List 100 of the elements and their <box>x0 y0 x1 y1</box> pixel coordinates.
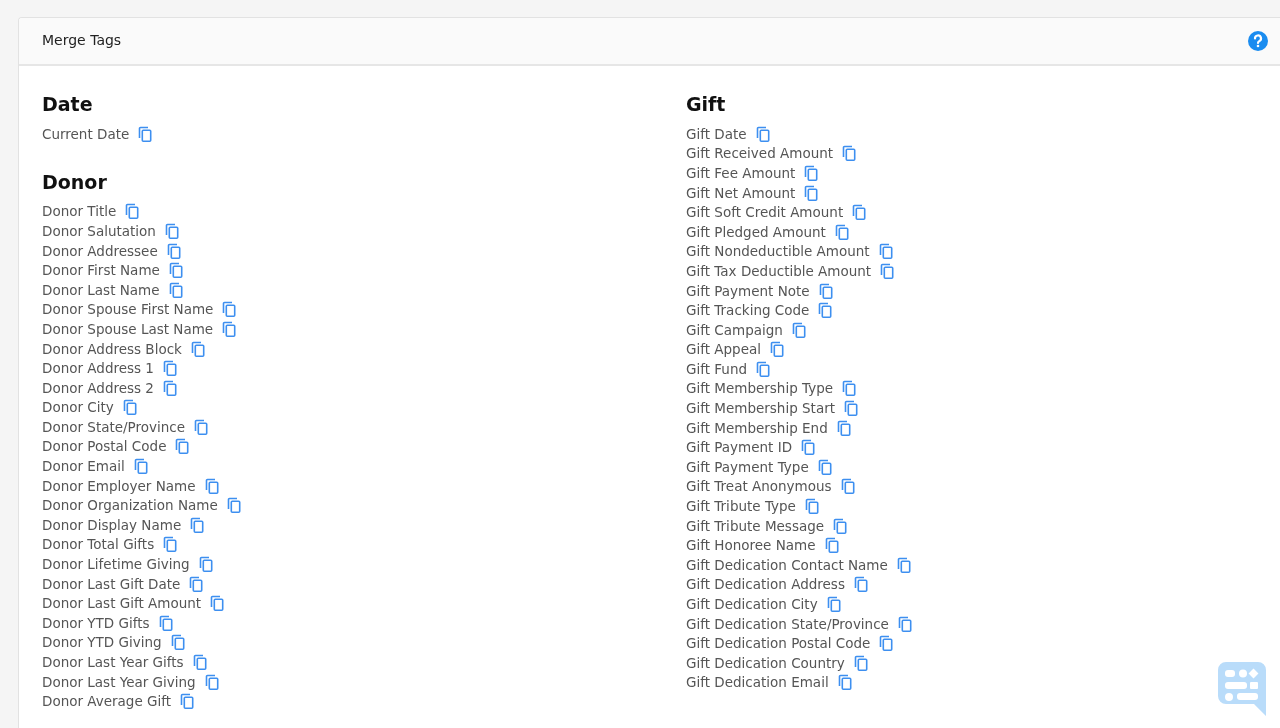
panel-title: Merge Tags <box>42 31 122 51</box>
copy-icon[interactable] <box>801 439 816 456</box>
copy-icon[interactable] <box>180 693 195 710</box>
copy-icon[interactable] <box>125 203 140 220</box>
copy-icon[interactable] <box>204 673 219 690</box>
merge-tag-label: Donor Total Gifts <box>42 535 155 554</box>
copy-icon[interactable] <box>842 145 857 162</box>
copy-icon[interactable] <box>168 262 183 279</box>
copy-icon[interactable] <box>226 497 241 514</box>
merge-tag-label: Donor Last Name <box>42 280 160 299</box>
copy-icon[interactable] <box>804 164 819 181</box>
merge-tag-label: Gift Membership End <box>686 418 828 437</box>
copy-icon[interactable] <box>175 438 190 455</box>
copy-icon[interactable] <box>844 400 859 417</box>
merge-tag-label: Current Date <box>42 124 130 143</box>
copy-icon[interactable] <box>804 184 819 201</box>
merge-tag-label: Donor State/Province <box>42 417 186 436</box>
copy-icon[interactable] <box>164 222 179 239</box>
merge-tag-label: Gift Pledged Amount <box>686 222 826 241</box>
copy-icon[interactable] <box>168 281 183 298</box>
copy-icon[interactable] <box>210 595 225 612</box>
merge-tag-label: Gift Net Amount <box>686 183 796 202</box>
copy-icon[interactable] <box>190 340 205 357</box>
merge-tag-label: Donor Last Year Giving <box>42 672 196 691</box>
copy-icon[interactable] <box>190 516 205 533</box>
copy-icon[interactable] <box>878 243 893 260</box>
merge-tag-label: Gift Dedication Contact Name <box>686 555 888 574</box>
copy-icon[interactable] <box>791 321 806 338</box>
merge-tag-label: Gift Treat Anonymous <box>686 477 832 496</box>
merge-tag-label: Gift Payment Type <box>686 457 809 476</box>
copy-icon[interactable] <box>158 614 173 631</box>
merge-tag-label: Gift Dedication Country <box>686 653 845 672</box>
copy-icon[interactable] <box>770 341 784 358</box>
merge-tag-label: Donor Employer Name <box>42 476 196 495</box>
copy-icon[interactable] <box>804 498 819 515</box>
copy-icon[interactable] <box>834 223 849 240</box>
merge-tag-label: Donor Last Gift Date <box>42 574 181 593</box>
section-heading: Donor <box>42 169 108 195</box>
merge-tag-label: Gift Fee Amount <box>686 163 796 182</box>
merge-tag-label: Gift Appeal <box>686 340 761 359</box>
copy-icon[interactable] <box>162 360 177 377</box>
copy-icon[interactable] <box>852 204 867 221</box>
merge-tag-label: Gift Nondeductible Amount <box>686 242 870 261</box>
copy-icon[interactable] <box>879 635 894 652</box>
copy-icon[interactable] <box>818 282 833 299</box>
copy-icon[interactable] <box>853 576 868 593</box>
merge-tag-label: Gift Received Amount <box>686 144 834 163</box>
merge-tag-label: Donor Display Name <box>42 515 182 534</box>
merge-tag-label: Gift Tribute Type <box>686 497 796 516</box>
copy-icon[interactable] <box>896 556 911 573</box>
merge-tag-label: Donor Average Gift <box>42 692 172 711</box>
merge-tag-label: Gift Dedication Postal Code <box>686 634 871 653</box>
copy-icon[interactable] <box>756 360 771 377</box>
copy-icon[interactable] <box>138 125 153 142</box>
copy-icon[interactable] <box>837 674 852 691</box>
copy-icon[interactable] <box>204 477 219 494</box>
copy-icon[interactable] <box>133 458 148 475</box>
merge-tag-label: Gift Payment Note <box>686 281 810 300</box>
merge-tag-label: Gift Fund <box>686 359 748 378</box>
merge-tag-label: Gift Membership Start <box>686 399 836 418</box>
copy-icon[interactable] <box>897 615 912 632</box>
merge-tag-label: Donor Postal Code <box>42 437 167 456</box>
merge-tag-label: Donor Title <box>42 202 117 221</box>
merge-tag-label: Donor Last Year Gifts <box>42 653 184 671</box>
copy-icon[interactable] <box>833 517 848 534</box>
copy-icon[interactable] <box>836 419 851 436</box>
merge-tag-label: Gift Tax Deductible Amount <box>686 261 872 280</box>
copy-icon[interactable] <box>170 634 185 651</box>
section-heading: Date <box>42 91 94 117</box>
help-icon[interactable] <box>1248 31 1268 51</box>
copy-icon[interactable] <box>122 399 137 416</box>
copy-icon[interactable] <box>189 575 204 592</box>
copy-icon[interactable] <box>826 596 841 612</box>
copy-icon[interactable] <box>194 418 209 435</box>
copy-icon[interactable] <box>824 537 839 554</box>
merge-tag-label: Gift Dedication Address <box>686 575 845 594</box>
copy-icon[interactable] <box>817 458 832 475</box>
copy-icon[interactable] <box>198 556 213 573</box>
copy-icon[interactable] <box>222 320 237 337</box>
merge-tag-label: Gift Tribute Message <box>686 516 825 535</box>
merge-tag-label: Donor Spouse Last Name <box>42 319 214 338</box>
copy-icon[interactable] <box>755 125 770 142</box>
copy-icon[interactable] <box>818 302 833 319</box>
copy-icon[interactable] <box>222 301 237 318</box>
merge-tag-label: Donor Lifetime Giving <box>42 555 190 574</box>
copy-icon[interactable] <box>842 380 857 397</box>
merge-tag-label: Donor Salutation <box>42 221 156 240</box>
copy-icon[interactable] <box>163 536 178 553</box>
merge-tag-label: Gift Tracking Code <box>686 301 810 320</box>
copy-icon[interactable] <box>166 242 181 259</box>
merge-tag-label: Gift Payment ID <box>686 438 793 457</box>
copy-icon[interactable] <box>840 478 855 495</box>
copy-icon[interactable] <box>192 654 207 670</box>
merge-tag-label: Gift Campaign <box>686 320 783 339</box>
copy-icon[interactable] <box>853 654 868 671</box>
merge-tag-label: Donor Addressee <box>42 241 158 260</box>
copy-icon[interactable] <box>162 379 177 396</box>
merge-tag-label: Gift Dedication City <box>686 595 818 613</box>
merge-tag-label: Donor City <box>42 398 114 417</box>
copy-icon[interactable] <box>880 262 895 279</box>
